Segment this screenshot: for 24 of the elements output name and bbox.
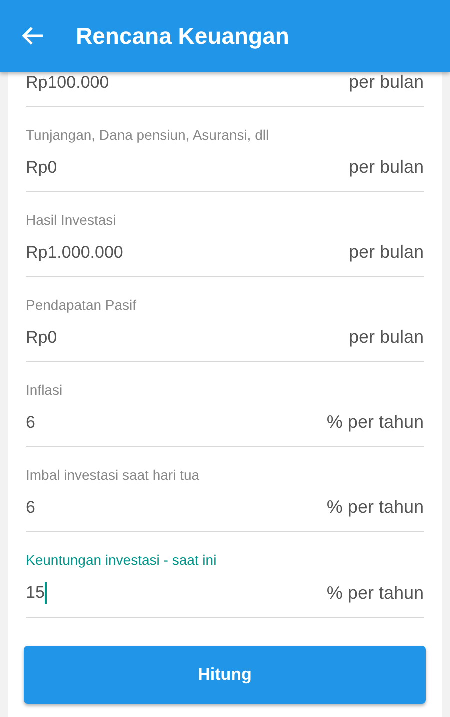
- field-label: Tunjangan, Dana pensiun, Asuransi, dll: [26, 127, 270, 143]
- input-field[interactable]: 6: [26, 498, 36, 518]
- input-field[interactable]: 15: [26, 582, 47, 604]
- input-field[interactable]: Rp0: [26, 328, 58, 348]
- input-field[interactable]: 6: [26, 412, 36, 432]
- field-label: Hasil Investasi: [26, 212, 118, 228]
- unit-label: per bulan: [348, 327, 424, 348]
- unit-label: per bulan: [348, 157, 424, 178]
- back-arrow-icon: [22, 26, 44, 46]
- back-button[interactable]: [22, 26, 44, 46]
- field-label: Keuntungan investasi - saat ini: [26, 552, 218, 568]
- field-label: Pendapatan Pasif: [26, 297, 138, 313]
- input-field[interactable]: Rp100.000: [26, 72, 110, 92]
- input-field[interactable]: Rp0: [26, 158, 58, 178]
- unit-label: % per tahun: [326, 497, 424, 518]
- unit-label: per bulan: [348, 242, 424, 263]
- field-label: Inflasi: [26, 382, 64, 398]
- input-field[interactable]: Rp1.000.000: [26, 242, 124, 262]
- unit-label: % per tahun: [326, 582, 424, 604]
- unit-label: per bulan: [348, 72, 424, 93]
- unit-label: % per tahun: [326, 412, 424, 433]
- text-cursor: [44, 582, 47, 604]
- screen-title: Rencana Keuangan: [76, 22, 290, 50]
- field-label: Imbal investasi saat hari tua: [26, 467, 201, 483]
